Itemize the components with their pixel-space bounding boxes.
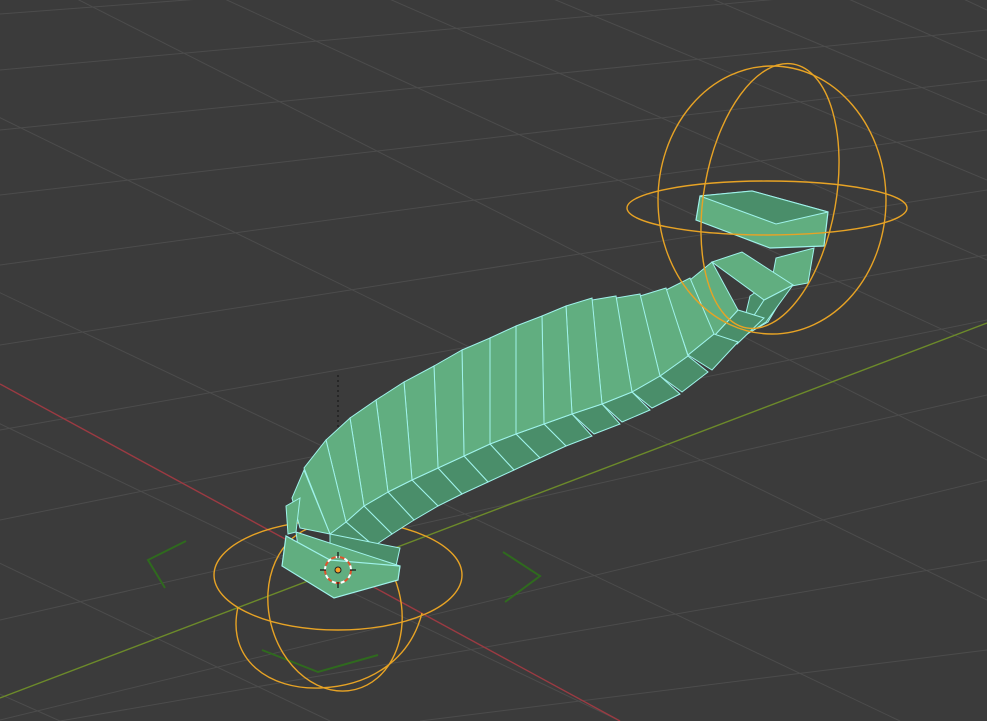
tube-segment[interactable] <box>515 315 545 435</box>
tube-segment[interactable] <box>433 349 465 469</box>
origin-point-icon[interactable] <box>334 566 342 574</box>
viewport-canvas[interactable] <box>0 0 987 721</box>
tube-segment[interactable] <box>489 325 517 445</box>
3d-viewport[interactable] <box>0 0 987 721</box>
tube-segment[interactable] <box>461 337 491 457</box>
